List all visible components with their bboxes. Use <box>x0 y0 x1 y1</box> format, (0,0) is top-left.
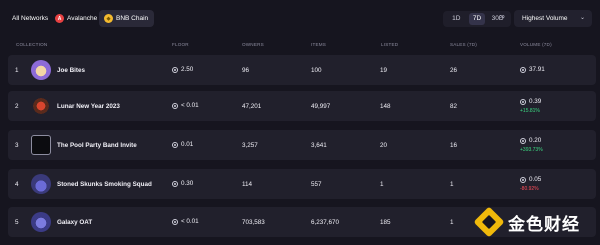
network-tab-all-label: All Networks <box>12 15 49 22</box>
avax-coin-icon <box>520 176 526 183</box>
collection-name[interactable]: Stoned Skunks Smoking Squad <box>57 181 152 188</box>
floor-price: < 0.01 <box>172 102 199 109</box>
volume-value: 37.91 <box>529 66 545 73</box>
network-tab-avalanche[interactable]: A Avalanche <box>55 10 97 27</box>
items-count: 49,997 <box>311 103 331 110</box>
collection-avatar <box>31 96 51 116</box>
avax-coin-icon <box>172 66 178 73</box>
avax-coin-icon <box>520 98 526 105</box>
table-row[interactable]: 4 Stoned Skunks Smoking Squad 0.30 114 5… <box>8 169 596 199</box>
table-row[interactable]: 2 Lunar New Year 2023 < 0.01 47,201 49,9… <box>8 91 596 121</box>
volume: 0.39 <box>520 98 541 105</box>
infinity-icon[interactable]: ∞ <box>499 12 505 21</box>
listed-count: 148 <box>380 103 391 110</box>
volume-value: 0.05 <box>529 176 542 183</box>
sales-count: 16 <box>450 142 458 149</box>
avax-coin-icon <box>520 66 526 73</box>
volume: 0.20 <box>520 137 541 144</box>
watermark-text: 金色财经 <box>508 214 580 234</box>
watermark-logo-icon <box>473 206 505 238</box>
column-listed[interactable]: LISTED <box>381 42 398 47</box>
collection-avatar <box>31 135 51 155</box>
items-count: 6,237,670 <box>311 219 340 226</box>
items-count: 557 <box>311 181 322 188</box>
collection-avatar <box>31 60 51 80</box>
sales-count: 26 <box>450 67 458 74</box>
row-rank: 3 <box>15 142 19 149</box>
collection-name[interactable]: The Pool Party Band Invite <box>57 142 137 149</box>
floor-price: 0.30 <box>172 180 193 187</box>
floor-price: 2.50 <box>172 66 193 73</box>
chevron-down-icon: ⌄ <box>579 15 585 21</box>
owners-count: 114 <box>242 181 253 188</box>
floor-value: 2.50 <box>181 66 194 73</box>
row-rank: 1 <box>15 67 19 74</box>
row-rank: 4 <box>15 181 19 188</box>
network-filter-bar: All Networks A Avalanche ◆ BNB Chain 1D … <box>0 0 600 36</box>
table-header: COLLECTION FLOOR OWNERS ITEMS LISTED SAL… <box>0 40 600 52</box>
listed-count: 20 <box>380 142 388 149</box>
network-tab-all[interactable]: All Networks <box>12 10 48 27</box>
owners-count: 96 <box>242 67 250 74</box>
network-tab-avalanche-label: Avalanche <box>67 15 98 22</box>
row-rank: 5 <box>15 219 19 226</box>
avax-coin-icon <box>172 180 178 187</box>
timeframe-1d[interactable]: 1D <box>448 13 464 25</box>
collection-name[interactable]: Lunar New Year 2023 <box>57 103 120 110</box>
volume-change: +15.81% <box>520 108 540 114</box>
owners-count: 703,583 <box>242 219 265 226</box>
volume-value: 0.39 <box>529 98 542 105</box>
volume-change: +393.73% <box>520 147 543 153</box>
column-volume[interactable]: VOLUME (7D) <box>520 42 552 47</box>
table-row[interactable]: 1 Joe Bites 2.50 96 100 19 26 37.91 <box>8 55 596 85</box>
floor-value: 0.30 <box>181 180 194 187</box>
owners-count: 3,257 <box>242 142 258 149</box>
items-count: 100 <box>311 67 322 74</box>
collection-avatar <box>31 174 51 194</box>
floor-value: < 0.01 <box>181 218 199 225</box>
volume: 0.05 <box>520 176 541 183</box>
avax-coin-icon <box>172 218 178 225</box>
avax-coin-icon <box>172 102 178 109</box>
network-tab-bnb[interactable]: ◆ BNB Chain <box>99 10 155 27</box>
volume-change: -80.92% <box>520 186 539 192</box>
listed-count: 19 <box>380 67 388 74</box>
sort-select-value: Highest Volume <box>522 15 568 22</box>
sales-count: 1 <box>450 219 454 226</box>
owners-count: 47,201 <box>242 103 262 110</box>
timeframe-7d[interactable]: 7D <box>468 13 485 25</box>
avax-coin-icon <box>172 141 178 148</box>
avalanche-icon: A <box>55 14 64 23</box>
floor-price: 0.01 <box>172 141 193 148</box>
floor-price: < 0.01 <box>172 218 199 225</box>
volume: 37.91 <box>520 66 545 73</box>
column-items[interactable]: ITEMS <box>311 42 326 47</box>
collection-name[interactable]: Joe Bites <box>57 67 85 74</box>
bnb-icon: ◆ <box>104 14 113 23</box>
column-sales[interactable]: SALES (7D) <box>450 42 477 47</box>
avax-coin-icon <box>520 137 526 144</box>
floor-value: 0.01 <box>181 141 194 148</box>
sales-count: 1 <box>450 181 454 188</box>
network-tab-bnb-label: BNB Chain <box>116 15 149 22</box>
sort-select[interactable]: Highest Volume ⌄ <box>514 10 592 27</box>
volume-value: 0.20 <box>529 137 542 144</box>
sales-count: 82 <box>450 103 458 110</box>
column-collection[interactable]: COLLECTION <box>16 42 47 47</box>
floor-value: < 0.01 <box>181 102 199 109</box>
row-rank: 2 <box>15 103 19 110</box>
column-owners[interactable]: OWNERS <box>242 42 264 47</box>
collection-name[interactable]: Galaxy OAT <box>57 219 92 226</box>
listed-count: 1 <box>380 181 384 188</box>
listed-count: 185 <box>380 219 391 226</box>
items-count: 3,641 <box>311 142 327 149</box>
table-row[interactable]: 3 The Pool Party Band Invite 0.01 3,257 … <box>8 130 596 160</box>
column-floor[interactable]: FLOOR <box>172 42 189 47</box>
watermark: 金色财经 <box>473 206 580 238</box>
collection-avatar <box>31 212 51 232</box>
